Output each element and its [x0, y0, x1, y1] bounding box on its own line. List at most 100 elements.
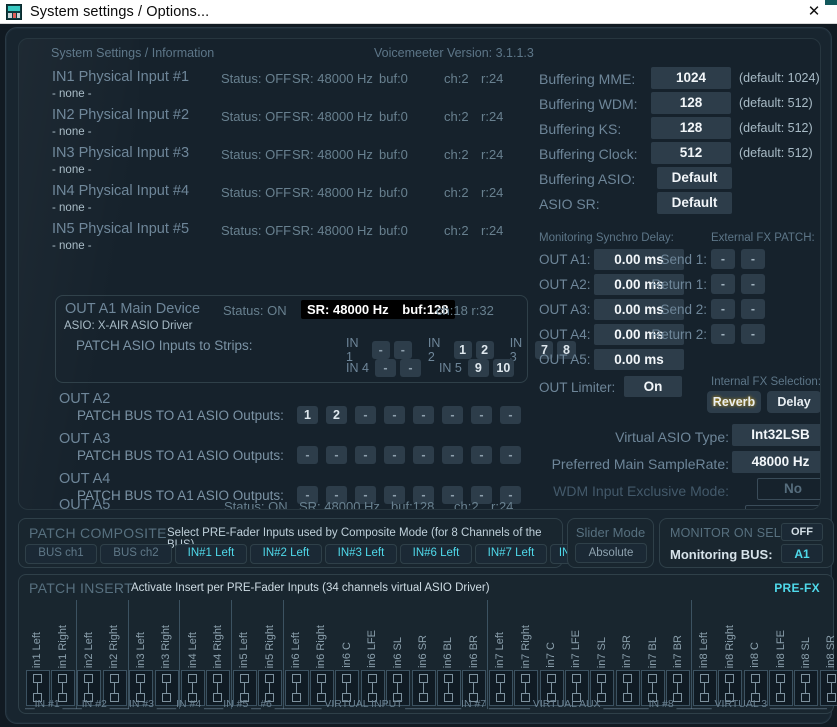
buffering-row: Buffering KS:128(default: 512)	[539, 117, 821, 142]
insert-group: in6 Leftin6 Rightin6 Cin6 LFEin6 SLin6 S…	[283, 600, 487, 709]
composite-channel-button[interactable]: IN#1 Left	[175, 544, 247, 564]
physical-input-sr: SR: 48000 Hz	[292, 185, 373, 200]
external-fx-patch-button[interactable]: -	[711, 249, 735, 269]
physical-input-r: r:24	[481, 185, 503, 200]
insert-group: in5 Leftin5 Right	[231, 600, 283, 709]
out-bus-patch-button[interactable]: -	[500, 446, 521, 464]
out-bus-patch-button[interactable]: -	[442, 406, 463, 424]
physical-input-status: Status: OFF	[221, 147, 291, 162]
physical-input-device[interactable]: - none -	[52, 164, 92, 176]
out-limiter-label: OUT Limiter:	[539, 380, 615, 395]
setting-value[interactable]: 48000 Hz	[732, 451, 821, 473]
insert-group: in1 Leftin1 Right	[25, 600, 76, 709]
pre-fx-badge[interactable]: PRE-FX	[774, 581, 820, 595]
composite-channel-button[interactable]: BUS ch1	[25, 544, 97, 564]
out-bus-patch-button[interactable]: -	[326, 446, 347, 464]
external-fx-patch-button[interactable]: -	[741, 324, 765, 344]
physical-input-sr: SR: 48000 Hz	[292, 223, 373, 238]
setting-value[interactable]: Int32LSB	[732, 424, 821, 446]
out-limiter-value[interactable]: On	[624, 376, 682, 397]
buffering-value[interactable]: Default	[657, 167, 732, 189]
buffering-value[interactable]: 128	[651, 92, 731, 114]
physical-input-device[interactable]: - none -	[52, 126, 92, 138]
asio-patch-group-label: IN 5	[439, 361, 462, 375]
physical-input-row: IN1 Physical Input #1Status: OFFSR: 4800…	[49, 69, 529, 107]
asio-input-patch-button[interactable]: -	[372, 341, 390, 359]
external-fx-patch-button[interactable]: -	[741, 274, 765, 294]
asio-input-patch-button[interactable]: 2	[476, 341, 494, 359]
out-bus-patch-button[interactable]: -	[297, 446, 318, 464]
internal-fx-delay-button[interactable]: Delay	[767, 391, 821, 413]
insert-channel: in7 SL	[590, 600, 615, 709]
out-bus-patch-button[interactable]: 2	[326, 406, 347, 424]
out-bus-patch-button[interactable]: -	[471, 446, 492, 464]
out-bus-patch-button[interactable]: -	[442, 446, 463, 464]
insert-channel-label: in6 SR	[411, 600, 436, 668]
out-bus-patch-buttons: 12------	[297, 406, 529, 424]
out-a5-sr: SR: 48000 Hz	[299, 499, 380, 510]
system-settings-pane: System Settings / Information Voicemeete…	[18, 38, 821, 510]
out-bus-name: OUT A4	[59, 471, 110, 487]
insert-channel: in6 SR	[411, 600, 436, 709]
composite-channel-button[interactable]: IN#3 Left	[325, 544, 397, 564]
external-fx-patch-button[interactable]: -	[711, 299, 735, 319]
insert-channel: in7 Left	[488, 600, 513, 709]
window-corner-decoration	[825, 0, 837, 5]
asio-input-patch-button[interactable]: 9	[468, 359, 489, 377]
buffering-value[interactable]: 128	[651, 117, 731, 139]
internal-fx-reverb-button[interactable]: Reverb	[707, 391, 761, 413]
composite-channel-button[interactable]: IN#6 Left	[400, 544, 472, 564]
out-bus-patch-button[interactable]: -	[355, 446, 376, 464]
patch-insert-title: PATCH INSERT	[29, 580, 133, 596]
insert-channel: in7 LFE	[564, 600, 589, 709]
external-fx-patch-button[interactable]: -	[741, 249, 765, 269]
out-bus-patch-button[interactable]: -	[413, 446, 434, 464]
buffering-value[interactable]: Default	[657, 192, 732, 214]
insert-channel-label: in8 C	[743, 600, 768, 668]
patch-insert-grid: in1 Leftin1 Rightin2 Leftin2 Rightin3 Le…	[25, 600, 827, 709]
insert-group: in4 Leftin4 Right	[179, 600, 231, 709]
asio-input-patch-button[interactable]: -	[394, 341, 412, 359]
asio-input-patch-button[interactable]: 10	[493, 359, 514, 377]
monitoring-bus-label: Monitoring BUS:	[670, 547, 773, 562]
monitoring-delay-value[interactable]: 0.00 ms	[594, 349, 684, 370]
external-fx-patch-button[interactable]: -	[741, 299, 765, 319]
buffering-rows: Buffering MME:1024(default: 1024)Bufferi…	[539, 67, 821, 217]
physical-input-device[interactable]: - none -	[52, 202, 92, 214]
buffering-value[interactable]: 1024	[651, 67, 731, 89]
insert-channel: in6 LFE	[360, 600, 385, 709]
physical-input-ch: ch:2	[444, 185, 469, 200]
composite-channel-button[interactable]: IN#2 Left	[250, 544, 322, 564]
insert-channel-label: in2 Left	[77, 600, 102, 668]
physical-input-device[interactable]: - none -	[52, 240, 92, 252]
external-fx-patch-button[interactable]: -	[711, 324, 735, 344]
insert-channel: in6 BR	[462, 600, 487, 709]
out-bus-patch-button[interactable]: -	[471, 406, 492, 424]
external-fx-section-label: External FX PATCH:	[711, 232, 815, 244]
asio-input-patch-button[interactable]: -	[375, 359, 396, 377]
insert-channel-label: in8 Left	[692, 600, 717, 668]
insert-group-footer: |__IN #8 ______ VIRTUAL 3 __________|	[638, 698, 827, 710]
out-bus-patch-button[interactable]: -	[355, 406, 376, 424]
insert-channel: in8 SL	[794, 600, 819, 709]
out-bus-patch-button[interactable]: 1	[297, 406, 318, 424]
out-bus-patch-button[interactable]: -	[413, 406, 434, 424]
asio-input-patch-button[interactable]: -	[400, 359, 421, 377]
patch-insert-footer: |__IN #1 __||__IN #2 __||__IN #3 __||__I…	[25, 697, 827, 711]
composite-channel-button[interactable]: IN#7 Left	[475, 544, 547, 564]
slider-mode-button[interactable]: Absolute	[575, 543, 647, 563]
setting-row: WDM Input Exclusive Mode:No	[539, 478, 821, 505]
out-bus-patch-button[interactable]: -	[384, 406, 405, 424]
out-bus-patch-button[interactable]: -	[384, 446, 405, 464]
asio-input-patch-button[interactable]: 1	[454, 341, 472, 359]
insert-channel-label: in6 Right	[309, 600, 334, 668]
monitoring-bus-value[interactable]: A1	[781, 544, 823, 563]
buffering-value[interactable]: 512	[651, 142, 731, 164]
external-fx-patch-button[interactable]: -	[711, 274, 735, 294]
insert-channel-label: in7 SR	[615, 600, 640, 668]
out-a1-device[interactable]: ASIO: X-AIR ASIO Driver	[64, 320, 192, 332]
out-bus-patch-button[interactable]: -	[500, 406, 521, 424]
physical-input-device[interactable]: - none -	[52, 88, 92, 100]
monitor-on-sel-toggle[interactable]: OFF	[781, 523, 823, 541]
composite-channel-button[interactable]: BUS ch2	[100, 544, 172, 564]
